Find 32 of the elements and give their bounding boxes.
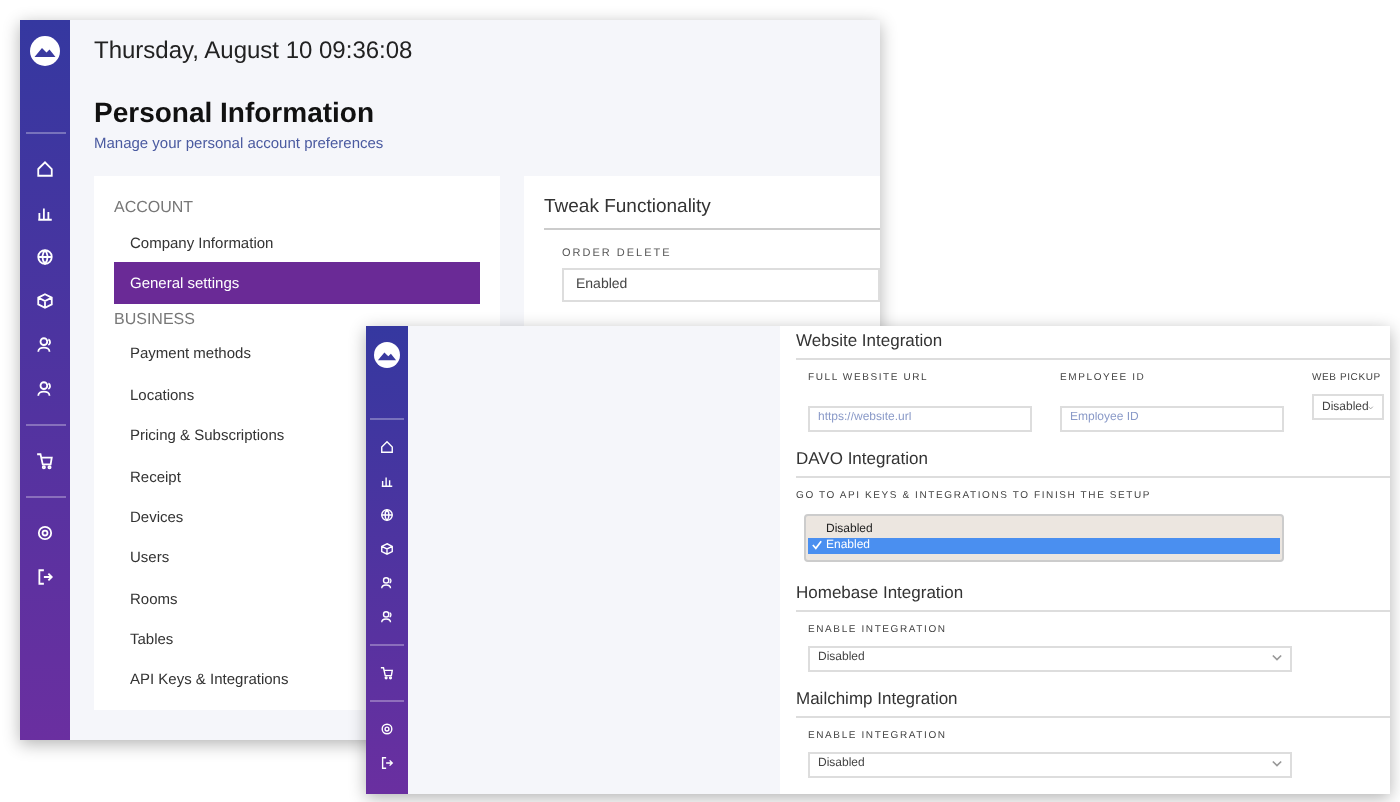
menu-section-heading: ACCOUNT <box>114 196 196 220</box>
date-time: Thursday, August 10 09:36:08 <box>94 36 415 64</box>
page-title: Personal Information <box>94 96 377 128</box>
section-heading: Website Integration <box>796 326 1390 360</box>
mountain-logo-icon[interactable] <box>30 36 60 66</box>
bar-chart-icon[interactable] <box>380 474 394 488</box>
globe-icon[interactable] <box>380 508 394 522</box>
check-icon <box>812 540 822 550</box>
settings-icon[interactable] <box>36 523 54 541</box>
menu-section-heading: BUSINESS <box>114 307 197 332</box>
section-heading: Mailchimp Integration <box>796 683 1390 717</box>
cube-icon[interactable] <box>380 542 394 556</box>
chevron-down-icon <box>1272 654 1282 662</box>
mountain-logo-icon[interactable] <box>374 342 400 368</box>
home-icon[interactable] <box>380 440 394 454</box>
home-icon[interactable] <box>36 159 54 177</box>
people-icon[interactable] <box>36 379 54 397</box>
globe-icon[interactable] <box>36 247 54 265</box>
cube-icon[interactable] <box>36 291 54 309</box>
settings-icon[interactable] <box>380 722 394 736</box>
people-icon[interactable] <box>380 576 394 590</box>
cart-icon[interactable] <box>380 666 394 680</box>
section-heading: Homebase Integration <box>796 577 1390 611</box>
chevron-down-icon <box>1272 760 1282 768</box>
bar-chart-icon[interactable] <box>36 203 54 221</box>
cart-icon[interactable] <box>36 451 54 469</box>
section-heading: DAVO Integration <box>796 443 1390 477</box>
logout-icon[interactable] <box>380 756 394 770</box>
people-icon[interactable] <box>36 335 54 353</box>
card-title: Tweak Functionality <box>544 196 880 230</box>
people-icon[interactable] <box>380 610 394 624</box>
logout-icon[interactable] <box>36 567 54 585</box>
